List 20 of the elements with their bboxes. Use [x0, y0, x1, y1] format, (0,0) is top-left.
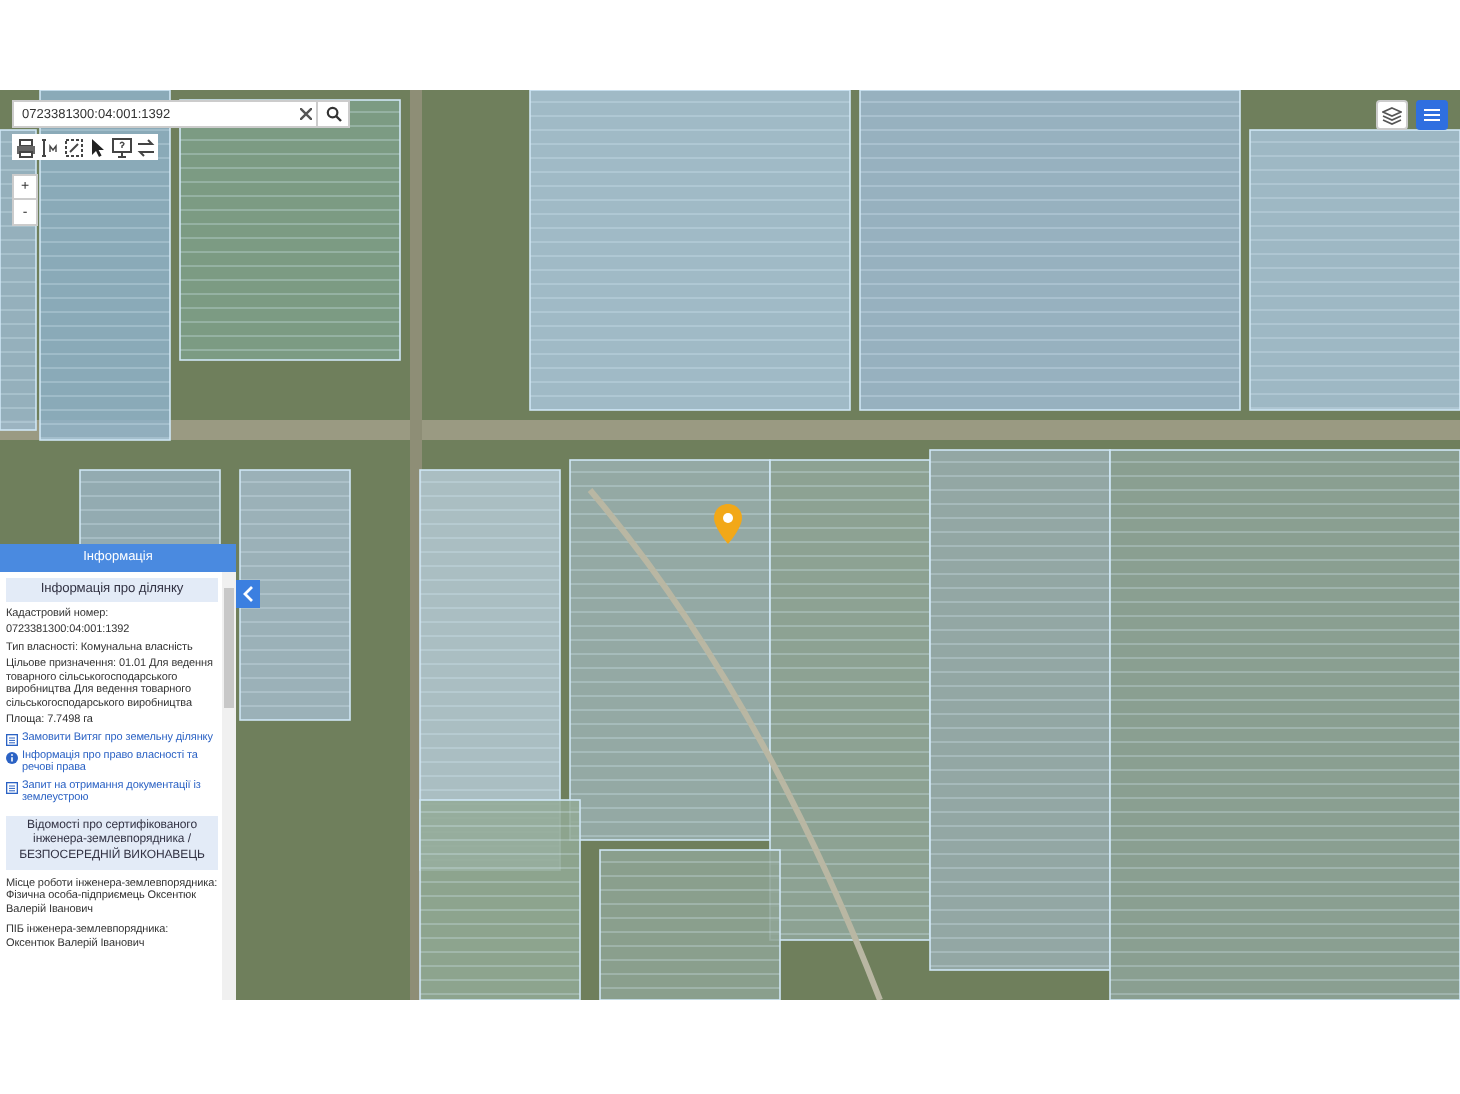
menu-button[interactable] [1416, 100, 1448, 130]
close-icon[interactable] [299, 108, 311, 120]
info-screen-icon[interactable] [111, 137, 131, 157]
document-icon [6, 733, 18, 746]
info-icon [6, 751, 18, 764]
layers-icon[interactable] [1382, 105, 1402, 125]
document-icon [6, 781, 18, 794]
collapse-panel-button[interactable] [236, 580, 260, 608]
clear-button[interactable] [294, 100, 316, 128]
search-icon[interactable] [325, 106, 341, 122]
print-icon[interactable] [15, 137, 35, 157]
area-measure-icon[interactable] [63, 137, 83, 157]
menu-icon[interactable] [1424, 108, 1440, 122]
scrollbar[interactable] [222, 572, 236, 1000]
chevron-left-icon[interactable] [242, 586, 254, 602]
search-button[interactable] [316, 100, 350, 128]
layers-button[interactable] [1376, 100, 1408, 130]
swap-arrows-icon[interactable] [135, 137, 155, 157]
ruler-icon[interactable] [39, 137, 59, 157]
cursor-icon[interactable] [87, 137, 107, 157]
